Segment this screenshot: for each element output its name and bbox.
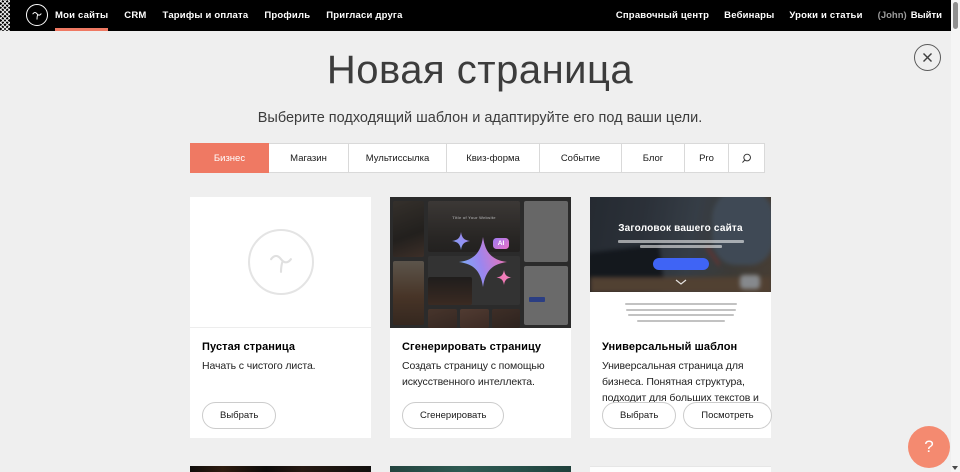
next-row-card-preview[interactable] xyxy=(590,466,771,472)
tab-pro[interactable]: Pro xyxy=(684,143,729,173)
tab-quiz-form[interactable]: Квиз-форма xyxy=(446,143,540,173)
placeholder-text-line xyxy=(626,309,736,311)
hero-cta-button xyxy=(653,258,709,270)
card-title: Пустая страница xyxy=(202,341,359,353)
close-icon xyxy=(921,51,934,64)
placeholder-text-line xyxy=(625,303,737,305)
placeholder-text-line xyxy=(637,320,725,322)
logout-link[interactable]: Выйти xyxy=(911,10,942,21)
select-blank-button[interactable]: Выбрать xyxy=(202,402,276,429)
page-title: Новая страница xyxy=(0,48,960,93)
tilda-logo-icon[interactable] xyxy=(26,4,48,26)
help-button[interactable]: ? xyxy=(908,426,950,468)
tab-event[interactable]: Событие xyxy=(539,143,622,173)
card-description: Создать страницу с помощью искусственног… xyxy=(402,359,559,391)
tab-blog[interactable]: Блог xyxy=(621,143,685,173)
nav-lessons-articles[interactable]: Уроки и статьи xyxy=(789,0,862,31)
browser-scrollbar[interactable] xyxy=(951,0,960,472)
view-template-button[interactable]: Посмотреть xyxy=(683,402,771,429)
select-template-button[interactable]: Выбрать xyxy=(602,402,676,429)
nav-plans-payment[interactable]: Тарифы и оплата xyxy=(163,0,249,31)
card-title: Сгенерировать страницу xyxy=(402,341,559,353)
template-category-tabs: Бизнес Магазин Мультиссылка Квиз-форма С… xyxy=(190,143,771,173)
chevron-down-icon xyxy=(675,279,687,285)
nav-crm[interactable]: CRM xyxy=(124,0,146,31)
tab-shop[interactable]: Магазин xyxy=(268,143,349,173)
hero-text-line xyxy=(618,240,744,243)
nav-invite-friend[interactable]: Пригласи друга xyxy=(326,0,402,31)
template-text-section xyxy=(590,292,771,328)
card-blank-page: Пустая страница Начать с чистого листа. … xyxy=(190,197,371,438)
secondary-nav: Справочный центр Вебинары Уроки и статьи… xyxy=(616,0,942,31)
primary-nav: Мои сайты CRM Тарифы и оплата Профиль Пр… xyxy=(55,0,403,31)
tab-search[interactable] xyxy=(728,143,765,173)
close-button[interactable] xyxy=(914,44,941,71)
nav-my-sites-label: Мои сайты xyxy=(55,10,108,21)
page-subtitle: Выберите подходящий шаблон и адаптируйте… xyxy=(0,110,960,126)
tab-multilink[interactable]: Мультиссылка xyxy=(348,143,447,173)
top-navigation-bar: Мои сайты CRM Тарифы и оплата Профиль Пр… xyxy=(0,0,960,31)
card-universal-template: Заголовок вашего сайта Универсальный шаб… xyxy=(590,197,771,438)
new-page-modal-screen: Мои сайты CRM Тарифы и оплата Профиль Пр… xyxy=(0,0,960,472)
active-tab-underline xyxy=(55,28,108,31)
placeholder-text-line xyxy=(628,314,734,316)
nav-profile[interactable]: Профиль xyxy=(264,0,310,31)
template-preview: Заголовок вашего сайта xyxy=(590,197,771,328)
tab-business[interactable]: Бизнес xyxy=(190,143,269,173)
hero-text-line xyxy=(640,245,722,248)
card-title: Универсальный шаблон xyxy=(602,341,759,353)
tilda-watermark-icon xyxy=(248,229,314,295)
template-hero: Заголовок вашего сайта xyxy=(590,197,771,292)
next-row-card-preview[interactable] xyxy=(190,466,371,472)
generate-button[interactable]: Сгенерировать xyxy=(402,402,504,429)
scrollbar-down-arrow-icon[interactable] xyxy=(952,466,958,470)
nav-help-center[interactable]: Справочный центр xyxy=(616,0,709,31)
user-block: (John) Выйти xyxy=(878,10,942,21)
card-description: Начать с чистого листа. xyxy=(202,359,359,375)
blank-page-preview xyxy=(190,197,371,328)
template-hero-heading: Заголовок вашего сайта xyxy=(590,223,771,234)
ai-badge: AI xyxy=(493,238,509,249)
next-row-card-preview[interactable] xyxy=(390,466,571,472)
search-icon xyxy=(740,152,753,165)
scrollbar-thumb[interactable] xyxy=(953,2,958,29)
nav-webinars[interactable]: Вебинары xyxy=(724,0,774,31)
ai-preview: Title of Your Website xyxy=(390,197,571,328)
user-name: (John) xyxy=(878,10,907,21)
edge-texture xyxy=(0,0,10,31)
card-ai-generate: Title of Your Website xyxy=(390,197,571,438)
nav-my-sites[interactable]: Мои сайты xyxy=(55,0,108,31)
